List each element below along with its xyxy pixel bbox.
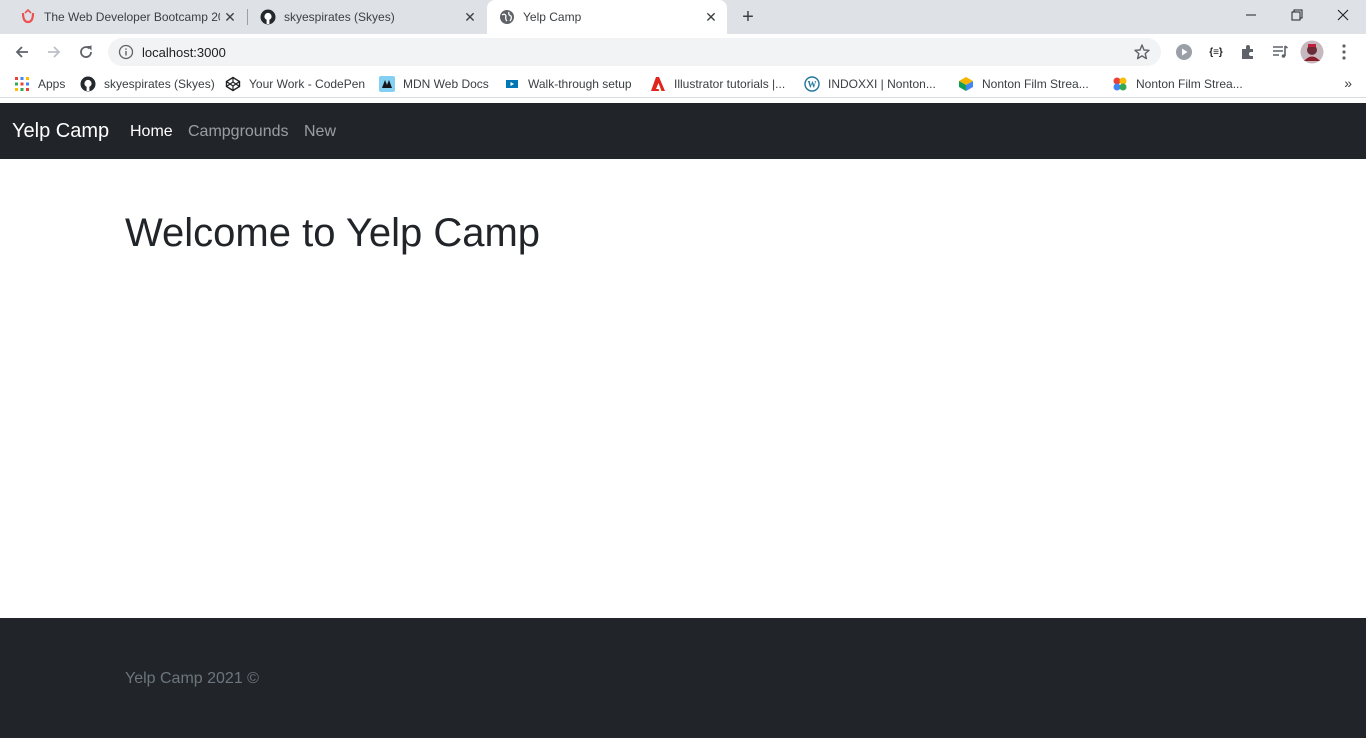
- navbar-brand[interactable]: Yelp Camp: [12, 120, 109, 143]
- address-bar[interactable]: localhost:3000: [108, 38, 1161, 66]
- profile-avatar[interactable]: [1300, 40, 1324, 64]
- bookmark-label: INDOXXI | Nonton...: [828, 77, 936, 91]
- media-play-icon[interactable]: [1174, 42, 1194, 62]
- bookmarks-bar: Apps skyespirates (Skyes) Your Work - Co…: [0, 70, 1366, 98]
- github-icon: [80, 76, 96, 92]
- close-window-icon[interactable]: [1320, 0, 1366, 30]
- new-tab-button[interactable]: +: [736, 5, 760, 29]
- main-content: Welcome to Yelp Camp: [0, 159, 1366, 618]
- bookmark-label: Your Work - CodePen: [249, 77, 366, 91]
- bookmark-walkthrough[interactable]: Walk-through setup: [504, 75, 632, 93]
- close-tab-icon[interactable]: ✕: [460, 7, 480, 27]
- cube-icon: [958, 76, 974, 92]
- url-text: localhost:3000: [142, 45, 226, 60]
- bookmark-apps[interactable]: Apps: [14, 75, 65, 93]
- bookmark-indoxxi[interactable]: W INDOXXI | Nonton...: [804, 75, 936, 93]
- site-footer: Yelp Camp 2021 ©: [0, 618, 1366, 738]
- bookmark-label: Walk-through setup: [528, 77, 632, 91]
- bookmark-label: Apps: [38, 77, 66, 91]
- wordpress-icon: W: [804, 76, 820, 92]
- close-tab-icon[interactable]: ✕: [701, 7, 721, 27]
- tab-yelp-camp[interactable]: Yelp Camp ✕: [487, 0, 727, 34]
- forward-arrow-icon[interactable]: [40, 38, 68, 66]
- video-icon: [504, 76, 520, 92]
- bookmark-mdn[interactable]: MDN Web Docs: [379, 75, 489, 93]
- restore-icon[interactable]: [1274, 0, 1320, 30]
- reload-icon[interactable]: [72, 38, 100, 66]
- json-formatter-icon[interactable]: {≡}: [1206, 42, 1226, 62]
- github-icon: [260, 9, 276, 25]
- close-tab-icon[interactable]: ✕: [220, 7, 240, 27]
- bookmark-label: MDN Web Docs: [403, 77, 489, 91]
- nav-link-campgrounds[interactable]: Campgrounds: [188, 123, 289, 141]
- apps-grid-icon: [14, 76, 30, 92]
- bookmark-star-icon[interactable]: [1133, 43, 1151, 61]
- nav-link-home[interactable]: Home: [130, 123, 173, 141]
- pinwheel-icon: [1112, 76, 1128, 92]
- browser-toolbar: localhost:3000 {≡}: [0, 34, 1366, 70]
- bookmark-label: Nonton Film Strea...: [982, 77, 1089, 91]
- tab-title: The Web Developer Bootcamp 20: [44, 10, 220, 24]
- bookmark-github[interactable]: skyespirates (Skyes): [80, 75, 215, 93]
- site-navbar: Yelp Camp Home Campgrounds New: [0, 103, 1366, 159]
- minimize-icon[interactable]: [1228, 0, 1274, 30]
- site-info-icon[interactable]: [118, 44, 134, 60]
- svg-text:W: W: [808, 80, 817, 90]
- reading-list-icon[interactable]: [1270, 42, 1290, 62]
- bookmark-label: skyespirates (Skyes): [104, 77, 215, 91]
- bookmark-label: Illustrator tutorials |...: [674, 77, 786, 91]
- tab-title: skyespirates (Skyes): [284, 10, 395, 24]
- nav-link-new[interactable]: New: [304, 123, 336, 141]
- tab-github[interactable]: skyespirates (Skyes) ✕: [248, 0, 486, 34]
- tab-udemy[interactable]: The Web Developer Bootcamp 20 ✕: [8, 0, 246, 34]
- bookmark-codepen[interactable]: Your Work - CodePen: [225, 75, 365, 93]
- browser-tab-strip: The Web Developer Bootcamp 20 ✕ skyespir…: [0, 0, 1366, 34]
- codepen-icon: [225, 76, 241, 92]
- bookmark-nonton-film-1[interactable]: Nonton Film Strea...: [958, 75, 1089, 93]
- bookmark-illustrator[interactable]: Illustrator tutorials |...: [650, 75, 785, 93]
- extensions-puzzle-icon[interactable]: [1238, 42, 1258, 62]
- bookmarks-overflow-button[interactable]: »: [1344, 75, 1352, 91]
- mdn-icon: [379, 76, 395, 92]
- browser-menu-icon[interactable]: [1334, 42, 1354, 62]
- bookmark-label: Nonton Film Strea...: [1136, 77, 1243, 91]
- udemy-icon: [20, 9, 36, 25]
- bookmark-nonton-film-2[interactable]: Nonton Film Strea...: [1112, 75, 1243, 93]
- globe-icon: [499, 9, 515, 25]
- back-arrow-icon[interactable]: [8, 38, 36, 66]
- tab-title: Yelp Camp: [523, 10, 582, 24]
- page-title: Welcome to Yelp Camp: [125, 211, 541, 255]
- adobe-icon: [650, 76, 666, 92]
- footer-copyright: Yelp Camp 2021 ©: [125, 670, 259, 687]
